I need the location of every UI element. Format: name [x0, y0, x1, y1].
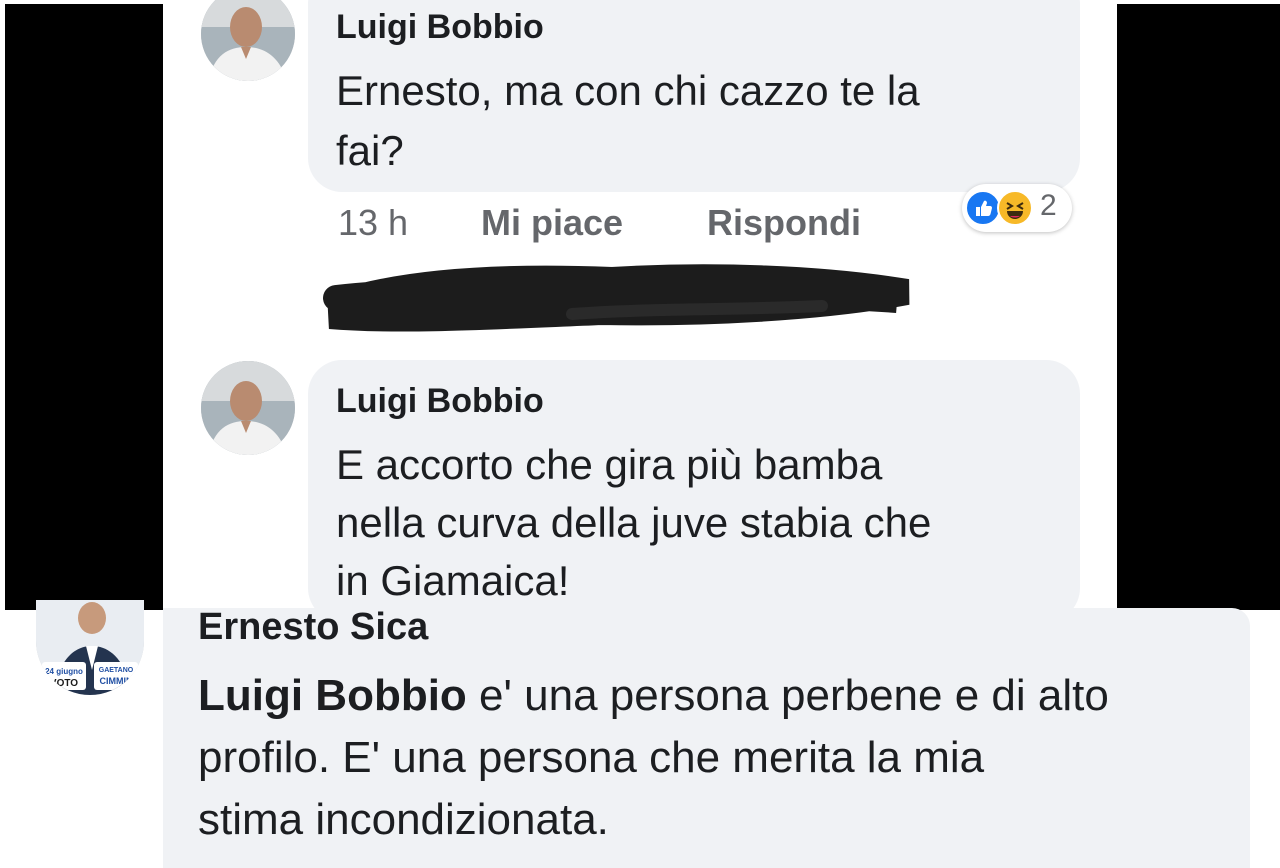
redaction-scribble — [323, 264, 910, 332]
avatar-text: GAETANO — [99, 667, 134, 674]
comment-text-line: fai? — [336, 127, 404, 174]
avatar[interactable] — [201, 361, 295, 455]
avatar[interactable] — [201, 0, 295, 81]
haha-icon — [997, 190, 1033, 226]
avatar-text: CIMMIN — [100, 676, 133, 686]
comment-text-line: Ernesto, ma con chi cazzo te la — [336, 67, 920, 114]
like-button[interactable]: Mi piace — [481, 202, 623, 244]
comment-author[interactable]: Luigi Bobbio — [336, 382, 544, 421]
reply-text-line: profilo. E' una persona che merita la mi… — [198, 733, 985, 782]
avatar-text: 24 giugno — [45, 667, 83, 676]
avatar[interactable]: 24 giugno VOTO GAETANO CIMMIN — [36, 600, 144, 695]
reply-author[interactable]: Ernesto Sica — [198, 606, 428, 649]
comment-text-line: E accorto che gira più bamba — [336, 441, 883, 488]
comment-text-line: nella curva della juve stabia che — [336, 499, 932, 546]
mention-link[interactable]: Luigi Bobbio — [198, 671, 467, 720]
reply-text: e' una persona perbene e di alto — [466, 671, 1109, 720]
right-black-bar — [1117, 4, 1280, 610]
reaction-count: 2 — [1040, 189, 1057, 222]
like-icon — [965, 190, 1001, 226]
comment-text-line: in Giamaica! — [336, 557, 570, 604]
comment-author[interactable]: Luigi Bobbio — [336, 8, 544, 47]
top-screenshot: Luigi Bobbio Ernesto, ma con chi cazzo t… — [0, 0, 1280, 610]
reply-button[interactable]: Rispondi — [707, 202, 861, 244]
left-black-bar — [5, 4, 163, 610]
avatar-text: VOTO — [50, 678, 78, 689]
comment-timestamp[interactable]: 13 h — [338, 202, 408, 244]
reply-text-line: stima incondizionata. — [198, 795, 609, 844]
reply-text-line: Luigi Bobbio e' una persona perbene e di… — [198, 666, 1109, 726]
reactions-badge[interactable]: 2 — [962, 184, 1072, 232]
